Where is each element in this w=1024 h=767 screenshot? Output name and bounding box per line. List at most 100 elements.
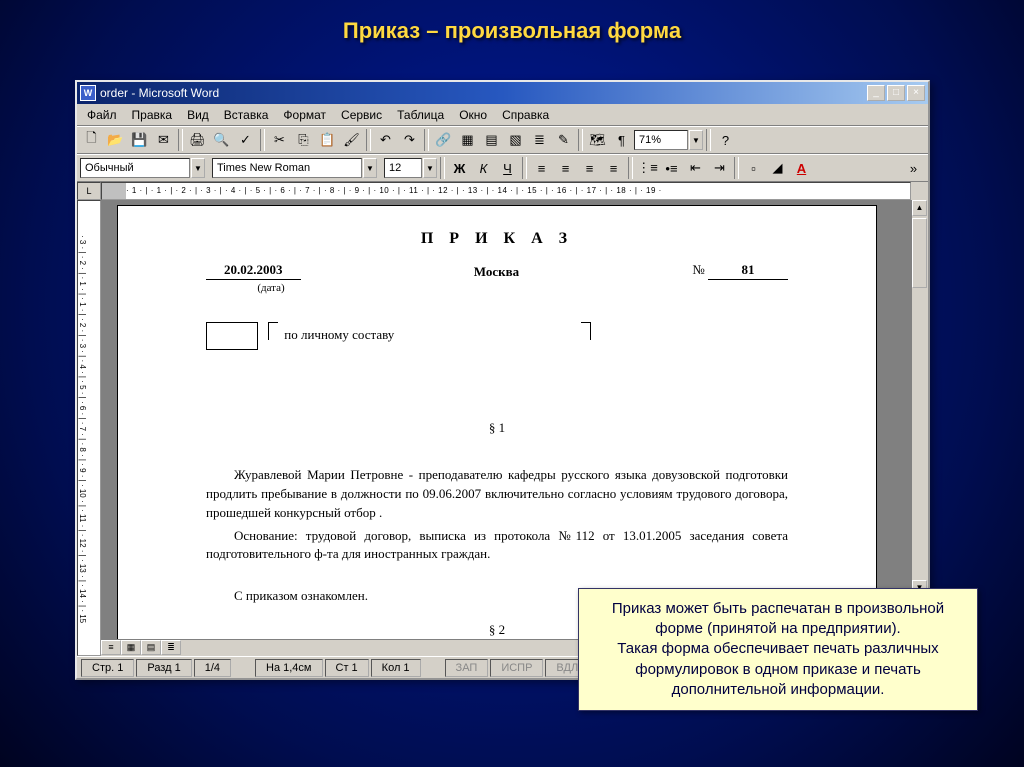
vertical-ruler[interactable]: · 3 · | · 2 · | · 1 · | · 1 · | · 2 · | … [77,200,101,656]
close-button[interactable]: × [907,85,925,101]
minimize-button[interactable]: _ [867,85,885,101]
tab-selector[interactable]: L [77,182,101,200]
status-trk: ИСПР [490,659,543,677]
status-page: Стр. 1 [81,659,134,677]
personnel-row: по личному составу [206,322,788,350]
status-line: Ст 1 [325,659,369,677]
redo-icon[interactable]: ↷ [398,129,421,151]
slide-title: Приказ – произвольная форма [0,0,1024,44]
date-caption: (дата) [206,282,336,294]
save-icon[interactable]: 💾 [128,129,151,151]
standard-toolbar: 🗋 📂 💾 ✉ 🖨 🔍 ✓ ✂ ⎘ 📋 🖌 ↶ ↷ 🔗 ▦ ▤ ▧ ≣ ✎ 🗺 … [77,126,928,154]
status-section: Разд 1 [136,659,191,677]
columns-icon[interactable]: ≣ [528,129,551,151]
underline-button[interactable]: Ч [496,157,519,179]
style-combo[interactable]: Обычный [80,158,190,178]
font-dropdown-icon[interactable]: ▼ [363,158,377,178]
menu-help[interactable]: Справка [496,106,555,124]
size-combo[interactable]: 12 [384,158,422,178]
print-view-icon[interactable]: ▤ [141,640,161,655]
note-line-2: Такая форма обеспечивает печать различны… [591,639,965,700]
insert-table-icon[interactable]: ▤ [480,129,503,151]
status-at: На 1,4см [255,659,322,677]
corner-mark-right [581,322,591,340]
show-marks-icon[interactable]: ¶ [610,129,633,151]
window-title: order - Microsoft Word [100,86,867,100]
align-justify-icon[interactable]: ≡ [602,157,625,179]
status-pages: 1/4 [194,659,231,677]
drawing-icon[interactable]: ✎ [552,129,575,151]
menu-edit[interactable]: Правка [126,106,179,124]
note-line-1: Приказ может быть распечатан в произволь… [591,599,965,640]
highlight-icon[interactable]: ◢ [766,157,789,179]
menubar: Файл Правка Вид Вставка Формат Сервис Та… [77,104,928,126]
status-rec: ЗАП [445,659,489,677]
formatting-toolbar: Обычный ▼ Times New Roman ▼ 12 ▼ Ж К Ч ≡… [77,154,928,182]
font-combo[interactable]: Times New Roman [212,158,362,178]
annotation-box: Приказ может быть распечатан в произволь… [578,588,978,711]
print-icon[interactable]: 🖨 [186,129,209,151]
maximize-button[interactable]: □ [887,85,905,101]
outline-view-icon[interactable]: ≣ [161,640,181,655]
menu-insert[interactable]: Вставка [218,106,275,124]
corner-mark-left [268,322,278,340]
bold-button[interactable]: Ж [448,157,471,179]
menu-tools[interactable]: Сервис [335,106,388,124]
font-color-icon[interactable]: A [790,157,813,179]
tables-borders-icon[interactable]: ▦ [456,129,479,151]
preview-icon[interactable]: 🔍 [210,129,233,151]
menu-window[interactable]: Окно [453,106,493,124]
menu-table[interactable]: Таблица [391,106,450,124]
hyperlink-icon[interactable]: 🔗 [432,129,455,151]
help-icon[interactable]: ? [714,129,737,151]
web-view-icon[interactable]: ▦ [121,640,141,655]
menu-view[interactable]: Вид [181,106,215,124]
undo-icon[interactable]: ↶ [374,129,397,151]
scroll-thumb[interactable] [912,218,927,288]
city-value: Москва [474,264,519,280]
numbered-list-icon[interactable]: ⋮≡ [636,157,659,179]
open-icon[interactable]: 📂 [104,129,127,151]
num-label: № [692,262,704,277]
docmap-icon[interactable]: 🗺 [586,129,609,151]
paste-icon[interactable]: 📋 [316,129,339,151]
status-col: Кол 1 [371,659,421,677]
align-center-icon[interactable]: ≡ [554,157,577,179]
titlebar: W order - Microsoft Word _ □ × [77,82,928,104]
personnel-text: по личному составу [284,327,394,342]
excel-icon[interactable]: ▧ [504,129,527,151]
horizontal-ruler[interactable]: · 1 · | · 1 · | · 2 · | · 3 · | · 4 · | … [101,182,911,200]
mail-icon[interactable]: ✉ [152,129,175,151]
num-value: 81 [708,262,788,280]
word-icon: W [80,85,96,101]
indent-icon[interactable]: ⇥ [708,157,731,179]
italic-button[interactable]: К [472,157,495,179]
section-1: § 1 [166,420,828,436]
new-icon[interactable]: 🗋 [80,129,103,151]
body-text: Журавлевой Марии Петровне - преподавател… [206,466,788,606]
zoom-combo[interactable]: 71% [634,130,688,150]
cut-icon[interactable]: ✂ [268,129,291,151]
format-painter-icon[interactable]: 🖌 [340,129,363,151]
style-dropdown-icon[interactable]: ▼ [191,158,205,178]
spellcheck-icon[interactable]: ✓ [234,129,257,151]
paragraph-1: Журавлевой Марии Петровне - преподавател… [206,466,788,523]
menu-format[interactable]: Формат [277,106,332,124]
toolbar-overflow-icon[interactable]: » [902,157,925,179]
normal-view-icon[interactable]: ≡ [101,640,121,655]
outdent-icon[interactable]: ⇤ [684,157,707,179]
doc-heading: П Р И К А З [166,230,828,248]
menu-file[interactable]: Файл [81,106,123,124]
date-value: 20.02.2003 [206,262,301,280]
scroll-up-icon[interactable]: ▲ [912,200,927,216]
paragraph-2: Основание: трудовой договор, выписка из … [206,527,788,565]
copy-icon[interactable]: ⎘ [292,129,315,151]
size-dropdown-icon[interactable]: ▼ [423,158,437,178]
align-right-icon[interactable]: ≡ [578,157,601,179]
checkbox-frame [206,322,258,350]
align-left-icon[interactable]: ≡ [530,157,553,179]
ruler-row: L · 1 · | · 1 · | · 2 · | · 3 · | · 4 · … [77,182,928,200]
borders-icon[interactable]: ▫ [742,157,765,179]
bullet-list-icon[interactable]: •≡ [660,157,683,179]
zoom-dropdown-icon[interactable]: ▼ [689,130,703,150]
